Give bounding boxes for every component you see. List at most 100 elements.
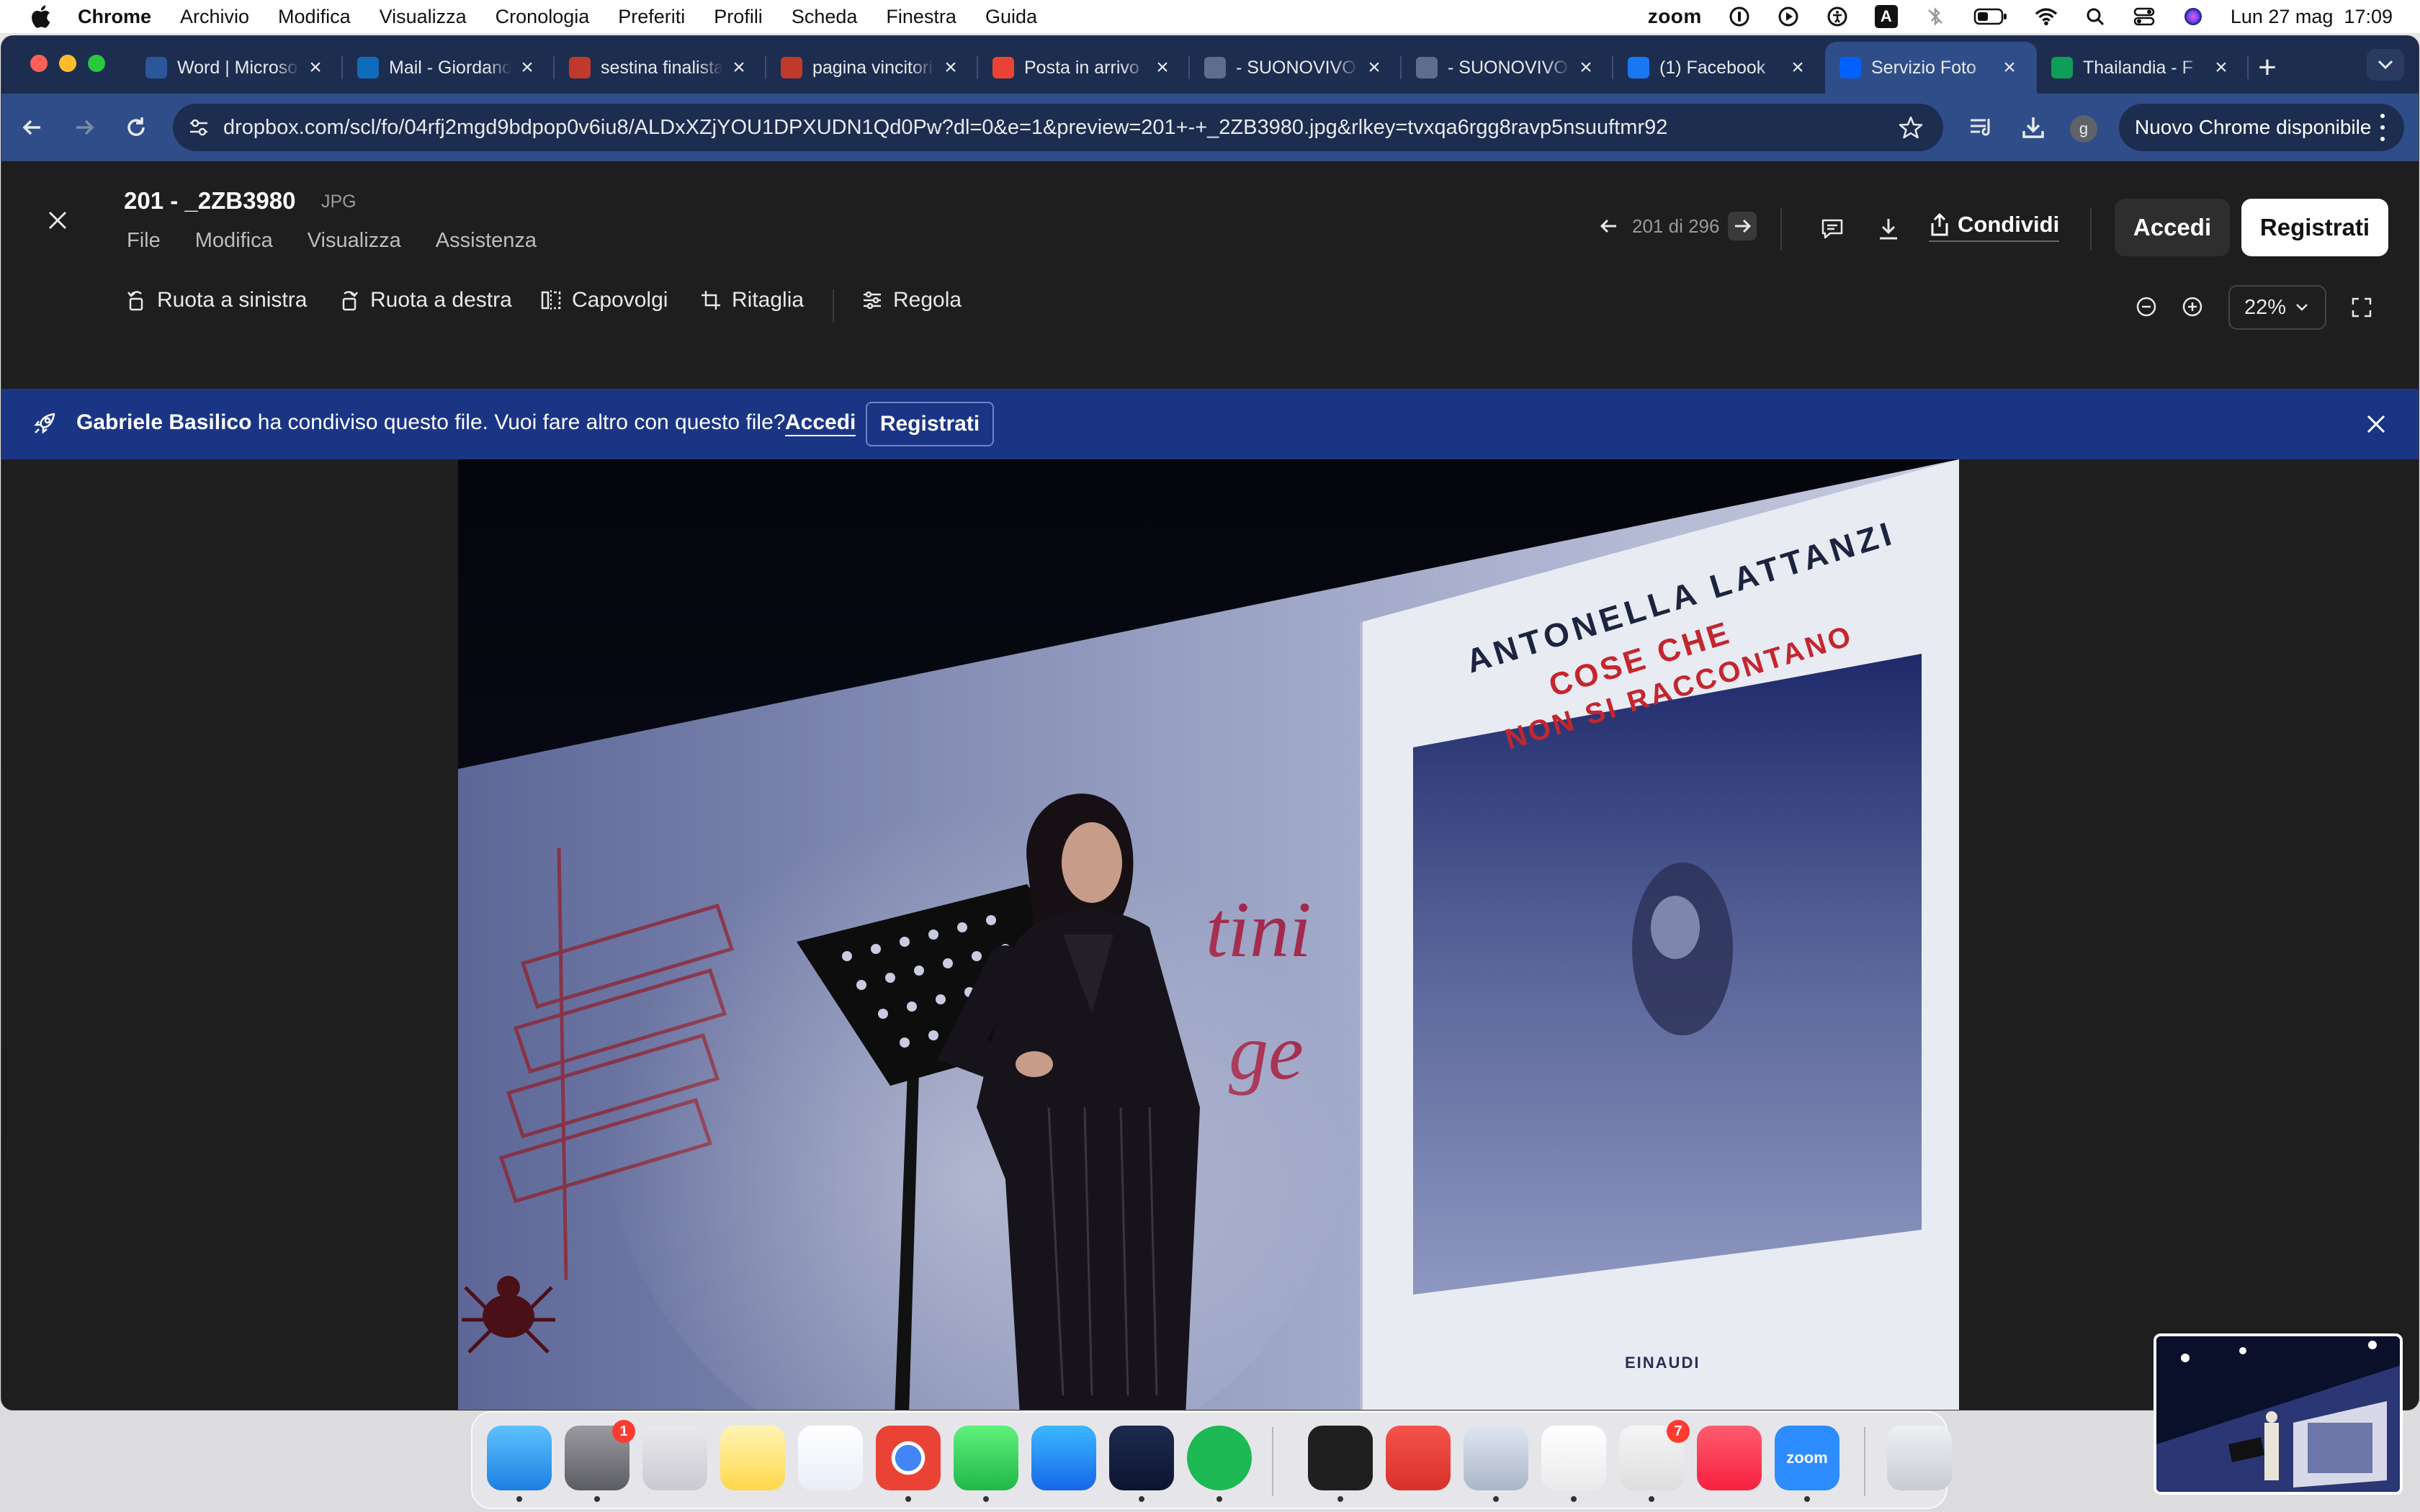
more-menu-icon[interactable] [2375, 114, 2390, 141]
siri-icon[interactable] [2182, 5, 2205, 28]
downloads-icon[interactable] [2017, 111, 2050, 144]
system-settings-icon[interactable]: 1 [565, 1420, 635, 1502]
next-file-button[interactable] [1728, 212, 1757, 240]
chrome-update-button[interactable]: Nuovo Chrome disponibile [2119, 104, 2404, 151]
address-bar[interactable]: dropbox.com/scl/fo/04rfj2mgd9bdpop0v6iu8… [173, 104, 1943, 151]
viewer-menu-modifica[interactable]: Modifica [195, 229, 273, 253]
trash-icon[interactable] [1887, 1426, 1952, 1490]
browser-tab[interactable]: Servizio Foto × [1825, 42, 2037, 94]
whatsapp-icon[interactable] [954, 1426, 1018, 1502]
close-window-button[interactable] [30, 55, 48, 72]
chrome-icon[interactable] [876, 1426, 941, 1502]
tab-close-icon[interactable]: × [1363, 55, 1386, 79]
control-center-icon[interactable] [2133, 5, 2156, 28]
anydesk-icon[interactable] [1386, 1426, 1451, 1490]
new-tab-button[interactable]: + [2250, 50, 2285, 85]
music-icon[interactable] [1697, 1426, 1762, 1490]
tab-search-button[interactable] [2367, 49, 2404, 81]
zoom-app-icon[interactable]: zoom [1775, 1426, 1839, 1502]
terminal-icon[interactable] [1308, 1426, 1373, 1502]
apple-menu-icon[interactable] [27, 4, 53, 30]
menu-finestra[interactable]: Finestra [886, 6, 956, 28]
menu-visualizza[interactable]: Visualizza [380, 6, 467, 28]
banner-signup-button[interactable]: Registrati [866, 402, 994, 446]
zoom-window-button[interactable] [88, 55, 105, 72]
zoom-in-button[interactable] [2179, 294, 2205, 320]
reload-button[interactable] [118, 109, 154, 145]
menu-modifica[interactable]: Modifica [278, 6, 351, 28]
microsoft-office-icon[interactable]: 7 [1619, 1420, 1690, 1502]
banner-login-link[interactable]: Accedi [785, 410, 856, 436]
browser-tab[interactable]: - SUONOVIVO × [1402, 42, 1613, 94]
tab-close-icon[interactable]: × [2210, 55, 2233, 79]
tab-close-icon[interactable]: × [1151, 55, 1174, 79]
menu-chrome[interactable]: Chrome [78, 6, 151, 28]
close-banner-button[interactable] [2362, 410, 2390, 438]
launchpad-icon[interactable] [642, 1426, 707, 1490]
download-icon[interactable] [1874, 215, 1903, 243]
tab-close-icon[interactable]: × [1574, 55, 1597, 79]
accessibility-icon[interactable] [1826, 5, 1849, 28]
freeform-icon[interactable] [798, 1426, 863, 1490]
wifi-icon[interactable] [2035, 5, 2058, 28]
menu-scheda[interactable]: Scheda [792, 6, 858, 28]
browser-tab[interactable]: Word | Microsoft × [131, 42, 343, 94]
bluetooth-off-icon[interactable] [1924, 5, 1947, 28]
browser-tab[interactable]: Posta in arrivo × [978, 42, 1190, 94]
tab-close-icon[interactable]: × [1998, 55, 2021, 79]
profile-avatar[interactable]: g [2070, 115, 2097, 143]
fullscreen-button[interactable] [2348, 294, 2375, 321]
browser-tab[interactable]: (1) Facebook × [1613, 42, 1825, 94]
minimize-window-button[interactable] [59, 55, 76, 72]
browser-tab[interactable]: pagina vincitori × [766, 42, 978, 94]
preview-icon[interactable] [1464, 1426, 1528, 1502]
zoom-level-select[interactable]: 22% [2228, 285, 2326, 330]
signup-button[interactable]: Registrati [2241, 199, 2388, 256]
viewer-menu-file[interactable]: File [127, 229, 161, 253]
browser-tab[interactable]: Mail - Giordano × [343, 42, 555, 94]
finder-icon[interactable] [487, 1426, 552, 1502]
steam-icon[interactable] [1109, 1426, 1174, 1502]
spotlight-search-icon[interactable] [2084, 5, 2107, 28]
notes-icon[interactable] [720, 1426, 785, 1490]
spotify-icon[interactable] [1187, 1426, 1252, 1502]
menu-cronologia[interactable]: Cronologia [496, 6, 590, 28]
reading-mode-icon[interactable] [1965, 111, 1998, 144]
close-viewer-button[interactable] [42, 204, 73, 236]
browser-tab[interactable]: sestina finalista × [555, 42, 766, 94]
tab-close-icon[interactable]: × [304, 55, 327, 79]
comment-icon[interactable] [1818, 215, 1847, 243]
zoom-out-button[interactable] [2133, 294, 2159, 320]
rotate-left-button[interactable]: Ruota a sinistra [124, 288, 307, 312]
menu-archivio[interactable]: Archivio [180, 6, 249, 28]
app-store-icon[interactable] [1031, 1426, 1096, 1490]
viewer-menu-visualizza[interactable]: Visualizza [308, 229, 401, 253]
tab-close-icon[interactable]: × [516, 55, 539, 79]
menu-guida[interactable]: Guida [985, 6, 1037, 28]
textedit-icon[interactable] [1541, 1426, 1606, 1502]
input-source-icon[interactable]: A [1874, 5, 1898, 28]
battery-icon[interactable] [1973, 5, 2009, 28]
login-button[interactable]: Accedi [2115, 199, 2230, 256]
site-info-icon[interactable] [184, 113, 213, 142]
menu-profili[interactable]: Profili [714, 6, 763, 28]
password-manager-icon[interactable] [1728, 5, 1751, 28]
viewer-menu-assistenza[interactable]: Assistenza [436, 229, 537, 253]
screenshot-preview-thumbnail[interactable] [2154, 1333, 2403, 1495]
tab-close-icon[interactable]: × [939, 55, 962, 79]
crop-button[interactable]: Ritaglia [699, 288, 804, 312]
preview-photo[interactable]: ANTONELLA LATTANZI COSE CHE NON SI RACCO… [458, 459, 1959, 1410]
flip-button[interactable]: Capovolgi [539, 288, 668, 312]
forward-button[interactable] [66, 109, 102, 145]
menubar-clock[interactable]: Lun 27 mag 17:09 [2231, 6, 2393, 28]
url-text[interactable]: dropbox.com/scl/fo/04rfj2mgd9bdpop0v6iu8… [223, 116, 1667, 140]
bookmark-star-icon[interactable] [1897, 114, 1924, 141]
previous-file-button[interactable] [1595, 212, 1623, 240]
browser-tab[interactable]: - SUONOVIVO × [1190, 42, 1402, 94]
tab-close-icon[interactable]: × [1786, 55, 1809, 79]
rotate-right-button[interactable]: Ruota a destra [337, 288, 512, 312]
tab-close-icon[interactable]: × [727, 55, 750, 79]
browser-tab[interactable]: Thailandia - F × [2037, 42, 2249, 94]
adjust-button[interactable]: Regola [860, 288, 962, 312]
play-icon[interactable] [1777, 5, 1800, 28]
